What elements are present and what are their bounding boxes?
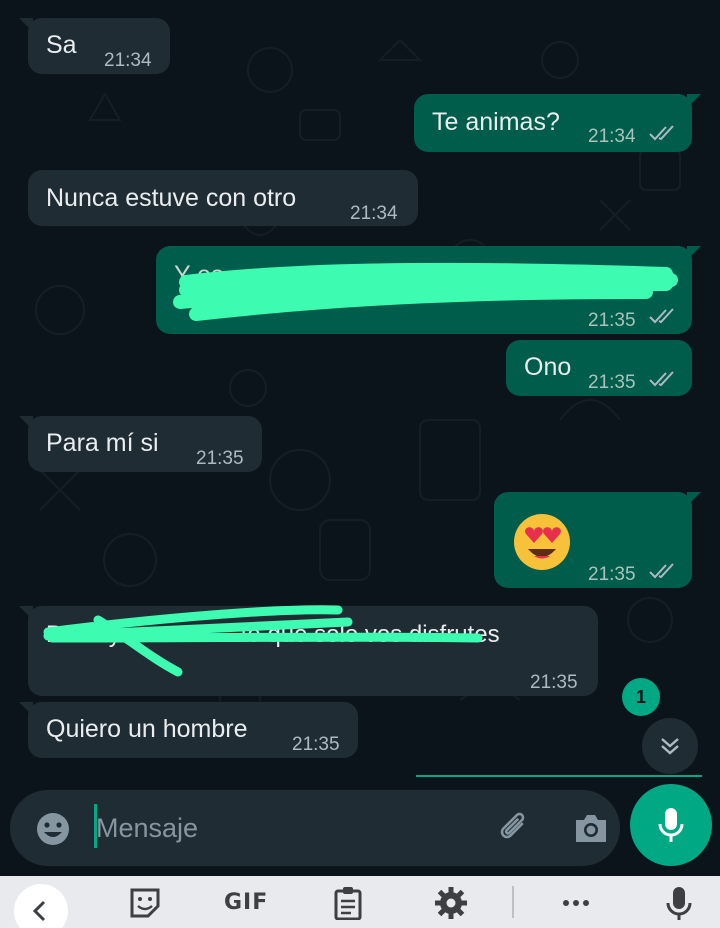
message-text: Sa [46, 31, 77, 59]
message-outgoing[interactable]: 21:35 [494, 492, 701, 588]
chevron-double-down-icon [661, 738, 679, 755]
message-text: Te animas? [432, 108, 560, 136]
divider [512, 886, 514, 918]
message-time: 21:35 [588, 372, 636, 393]
message-text: Quiero un hombre [46, 715, 248, 743]
message-input[interactable] [96, 808, 476, 848]
divider-line [416, 775, 702, 777]
scroll-to-bottom-button[interactable] [642, 718, 698, 774]
read-ticks-icon [649, 371, 674, 387]
attach-icon[interactable] [494, 808, 534, 848]
mic-button[interactable] [630, 784, 712, 866]
gif-button[interactable]: GIF [224, 886, 268, 920]
message-text: Para mí si [46, 429, 159, 457]
voice-input-icon[interactable] [664, 886, 694, 920]
message-time: 21:34 [104, 50, 152, 71]
unread-count-badge: 1 [622, 678, 660, 716]
message-outgoing[interactable]: Te animas? 21:34 [414, 94, 701, 152]
emoji-icon[interactable] [34, 810, 72, 848]
heart-eyes-emoji [514, 514, 570, 570]
bubble-tail [19, 416, 33, 430]
message-text: Ono [524, 353, 572, 381]
message-time: 21:34 [588, 126, 636, 147]
bubble-tail [19, 702, 33, 716]
message-input-pill [10, 790, 620, 866]
bubble-tail [687, 94, 701, 108]
message-text: Nunca estuve con otro [46, 184, 297, 212]
composer-bar [0, 790, 720, 876]
settings-icon[interactable] [434, 886, 468, 920]
keyboard-toolbar: GIF [0, 876, 720, 928]
message-outgoing[interactable]: Y es ...................................… [156, 246, 701, 334]
message-time: 21:35 [530, 672, 578, 693]
read-ticks-icon [649, 563, 674, 579]
sticker-icon[interactable] [128, 886, 162, 920]
more-icon[interactable] [560, 886, 592, 920]
message-incoming[interactable]: Sa 21:34 [19, 18, 170, 74]
back-button[interactable] [14, 884, 68, 928]
clipboard-icon[interactable] [332, 886, 364, 920]
message-time: 21:35 [292, 734, 340, 755]
back-chevron-icon [32, 900, 46, 922]
message-incoming[interactable]: Nunca estuve con otro 21:34 [28, 170, 418, 226]
bubble-tail [19, 18, 33, 32]
message-time: 21:35 [588, 310, 636, 331]
message-outgoing[interactable]: Ono 21:35 [506, 340, 692, 396]
message-time: 21:34 [350, 203, 398, 224]
message-incoming[interactable]: Para mí si 21:35 [19, 416, 262, 472]
message-time: 21:35 [588, 564, 636, 585]
message-incoming[interactable]: Per... ya no.......... te que solo vos d… [19, 605, 598, 696]
message-incoming[interactable]: Quiero un hombre 21:35 [19, 702, 358, 758]
camera-icon[interactable] [572, 810, 610, 846]
message-time: 21:35 [196, 448, 244, 469]
bubble-tail [687, 246, 701, 260]
bubble-tail [687, 492, 701, 506]
read-ticks-icon [649, 125, 674, 141]
redaction-scribble [43, 605, 483, 677]
mic-icon [658, 808, 684, 842]
bubble-tail [19, 606, 33, 620]
chat-area: Sa 21:34 Te animas? 21:34 Nunca estuve c… [0, 0, 720, 790]
read-ticks-icon [649, 308, 674, 324]
